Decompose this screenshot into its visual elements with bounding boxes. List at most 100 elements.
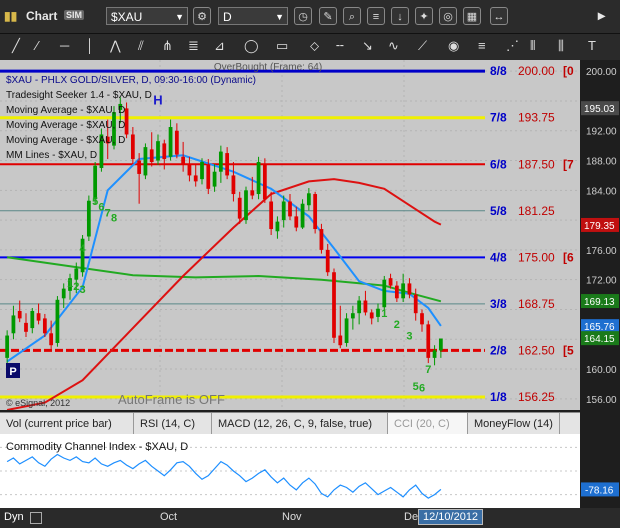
dyn-label: Dyn — [4, 511, 24, 523]
candle-body-64 — [407, 283, 412, 295]
zigzag-icon[interactable]: ⋀ — [110, 38, 121, 54]
pencil-icon[interactable]: ✎ — [319, 7, 337, 25]
spacing-icon[interactable]: ⫴ — [530, 38, 535, 54]
pitchfork-icon[interactable]: ⋔ — [162, 38, 173, 54]
candle-body-39 — [250, 190, 255, 196]
candle-body-42 — [269, 201, 274, 230]
mm-label-2: 6/8 — [490, 157, 507, 171]
mm-price-6: 162.50 — [518, 343, 555, 357]
candle-body-37 — [237, 197, 242, 219]
drawing-toolbar: ╱ ⁄ ─ │ ⋀ ⫽ ⋔ ≣ ⊿ ◯ ▭ ⬦ ╌ ↘ ∿ ⟋ ◉ ≡ ⋰ ⫴ … — [0, 34, 620, 61]
window-menu-icon[interactable]: ▸ — [598, 7, 605, 24]
annotation-2: 7 — [105, 207, 111, 219]
candle-body-44 — [281, 201, 286, 221]
candle-body-31 — [200, 162, 204, 180]
esignal-copyright: © eSignal, 2012 — [6, 398, 70, 408]
get-icon[interactable]: ↓ — [391, 7, 409, 25]
price-tick-4: 184.00 — [586, 186, 617, 197]
symbol-value: $XAU — [111, 10, 143, 24]
cci-axis-background — [580, 434, 620, 508]
candle-body-32 — [206, 164, 211, 189]
fan-icon[interactable]: ⋰ — [506, 38, 519, 54]
ray-icon[interactable]: ⁄ — [36, 38, 38, 53]
candle-body-3 — [24, 322, 28, 332]
candle-body-28 — [181, 156, 186, 165]
price-tick-6: 176.00 — [586, 246, 617, 257]
legend-line-4: Moving Average - $XAU, D — [6, 120, 125, 131]
fib-icon[interactable]: ≣ — [188, 38, 199, 54]
channel-icon[interactable]: ⫽ — [138, 38, 144, 54]
candle-body-62 — [394, 285, 399, 299]
candle-body-5 — [36, 313, 41, 321]
grid-icon[interactable]: ▦ — [463, 7, 481, 25]
legend-line-1: $XAU - PHLX GOLD/SILVER, D, 09:30-16:00 … — [6, 75, 256, 86]
clock-icon[interactable]: ◷ — [294, 7, 312, 25]
symbol-input[interactable]: $XAU ▼ — [106, 7, 188, 25]
candle-body-67 — [426, 324, 431, 358]
annotation-7: 3 — [80, 284, 86, 296]
annotation-5: 1 — [67, 278, 73, 290]
vline-icon[interactable]: │ — [86, 38, 94, 53]
rectangle-icon[interactable]: ▭ — [276, 38, 288, 54]
candle-body-38 — [244, 190, 248, 221]
interval-input[interactable]: D ▼ — [218, 7, 288, 25]
candle-body-61 — [388, 278, 393, 286]
candle-body-24 — [156, 141, 160, 161]
interval-chevron-icon[interactable]: ▼ — [275, 8, 284, 26]
annotation-6: 2 — [73, 281, 79, 293]
candle-body-6 — [42, 318, 47, 334]
hline-icon[interactable]: ─ — [60, 38, 69, 53]
candle-body-20 — [130, 134, 135, 160]
diagonal-icon[interactable]: ⟋ — [418, 38, 427, 54]
tab-rsi[interactable]: RSI (14, C) — [134, 413, 212, 435]
gear-icon[interactable]: ✦ — [415, 7, 433, 25]
search-icon[interactable]: ⌕ — [343, 7, 361, 25]
circle-target-icon[interactable]: ◉ — [448, 38, 459, 54]
tab-cci[interactable]: CCI (20, C) — [388, 413, 468, 435]
tab-macd[interactable]: MACD (12, 26, C, 9, false, true) — [212, 413, 388, 435]
candle-body-68 — [432, 350, 437, 358]
arrow-icon[interactable]: ↘ — [362, 38, 373, 54]
target-icon[interactable]: ◎ — [439, 7, 457, 25]
mm-label-1: 7/8 — [490, 111, 507, 125]
candle-body-4 — [30, 310, 35, 329]
tab-vol[interactable]: Vol (current price bar) — [0, 413, 134, 435]
candle-body-36 — [231, 175, 236, 195]
candle-body-9 — [61, 288, 66, 299]
gann-icon[interactable]: ⊿ — [214, 38, 225, 54]
price-chart[interactable]: 5 6 7 841 2 3H12375 6 8/8 200.00 [07/8 193.756/8 1… — [0, 60, 620, 410]
trendline-icon[interactable]: ╱ — [12, 38, 20, 54]
annotation-9: 1 — [381, 308, 387, 320]
cci-chart[interactable]: -78.16 Commodity Channel Index - $XAU, D — [0, 434, 620, 508]
dyn-toggle-icon[interactable] — [30, 512, 42, 524]
chevron-down-icon[interactable]: ▼ — [175, 8, 184, 26]
tab-moneyflow[interactable]: MoneyFlow (14) — [468, 413, 560, 435]
layers-icon[interactable]: ≡ — [478, 38, 486, 53]
mm-price-5: 168.75 — [518, 297, 555, 311]
eraser-icon[interactable]: ⬦ — [310, 38, 319, 54]
vertical-bars-icon[interactable]: ⫼ — [558, 38, 564, 54]
candle-body-65 — [413, 294, 418, 314]
annotation-13: 5 — [413, 381, 419, 393]
candle-body-11 — [74, 268, 79, 280]
text-tool-icon[interactable]: T — [588, 38, 596, 53]
link-icon[interactable]: ⚙ — [193, 7, 211, 25]
annotation-0: 5 — [92, 196, 98, 208]
mm-price-0: 200.00 — [518, 64, 555, 78]
polyline-icon[interactable]: ∿ — [388, 38, 399, 54]
candle-body-46 — [294, 216, 299, 228]
x-tick-oct: Oct — [160, 511, 178, 523]
candle-body-63 — [401, 283, 406, 299]
price-tick-3: 188.00 — [586, 157, 617, 168]
candle-body-52 — [332, 272, 336, 338]
overbought-label: OverBought (Frame: 64) — [214, 62, 322, 73]
price-tick-12: 156.00 — [586, 395, 617, 406]
line-style-icon[interactable]: ╌ — [336, 38, 344, 54]
candle-body-22 — [143, 147, 148, 176]
bars-icon[interactable]: ≡ — [367, 7, 385, 25]
candle-body-21 — [137, 160, 142, 174]
arrows-icon[interactable]: ↔ — [490, 7, 508, 25]
candle-body-51 — [325, 249, 330, 273]
ellipse-icon[interactable]: ◯ — [244, 38, 259, 54]
candle-body-25 — [162, 143, 167, 160]
